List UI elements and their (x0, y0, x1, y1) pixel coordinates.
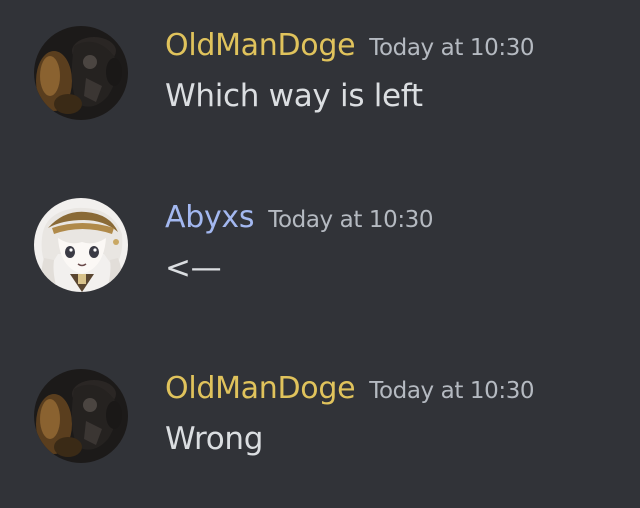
message-content: Which way is left (165, 78, 423, 114)
doge-avatar-icon (34, 26, 128, 120)
avatar[interactable] (34, 369, 128, 463)
timestamp: Today at 10:30 (369, 35, 535, 61)
avatar[interactable] (34, 198, 128, 292)
username[interactable]: OldManDoge (165, 371, 356, 406)
message-content: Wrong (165, 421, 264, 457)
message-header: OldManDoge Today at 10:30 (165, 28, 535, 63)
doge-avatar-icon (34, 369, 128, 463)
chat-messages-list: OldManDoge Today at 10:30 Which way is le… (0, 0, 640, 508)
chat-message: OldManDoge Today at 10:30 Wrong (0, 369, 640, 479)
message-header: Abyxs Today at 10:30 (165, 200, 434, 235)
timestamp: Today at 10:30 (369, 378, 535, 404)
avatar[interactable] (34, 26, 128, 120)
message-content: <— (165, 250, 222, 286)
message-header: OldManDoge Today at 10:30 (165, 371, 535, 406)
username[interactable]: Abyxs (165, 200, 255, 235)
chat-message: OldManDoge Today at 10:30 Which way is le… (0, 26, 640, 136)
timestamp: Today at 10:30 (268, 207, 434, 233)
username[interactable]: OldManDoge (165, 28, 356, 63)
chat-message: Abyxs Today at 10:30 <— (0, 198, 640, 308)
anime-girl-avatar-icon (34, 198, 128, 292)
